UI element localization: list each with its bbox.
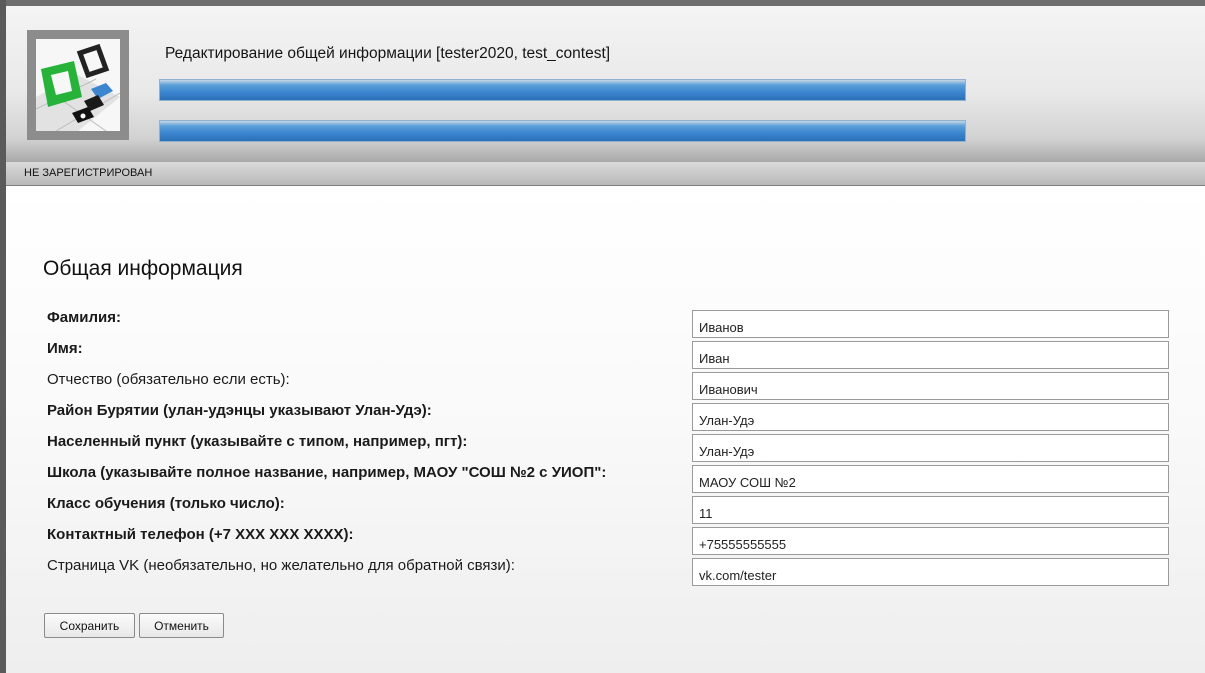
field-row-vk: Страница VK (необязательно, но желательн… [6,557,1205,587]
header-bar-bottom [159,120,966,142]
field-row-district: Район Бурятии (улан-удэнцы указывают Ула… [6,402,1205,432]
vk-input[interactable] [692,558,1169,586]
district-label: Район Бурятии (улан-удэнцы указывают Ула… [47,402,432,419]
vk-label: Страница VK (необязательно, но желательн… [47,557,515,574]
phone-label: Контактный телефон (+7 XXX XXX XXXX): [47,526,354,543]
status-strip: НЕ ЗАРЕГИСТРИРОВАН [6,162,1205,186]
name-input[interactable] [692,341,1169,369]
phone-input[interactable] [692,527,1169,555]
field-row-phone: Контактный телефон (+7 XXX XXX XXXX): [6,526,1205,556]
surname-input[interactable] [692,310,1169,338]
cancel-button[interactable]: Отменить [139,613,224,638]
field-row-surname: Фамилия: [6,309,1205,339]
grade-input[interactable] [692,496,1169,524]
school-label: Школа (указывайте полное название, напри… [47,464,607,481]
name-label: Имя: [47,340,83,357]
settlement-input[interactable] [692,434,1169,462]
site-logo[interactable] [27,30,129,140]
save-button[interactable]: Сохранить [44,613,135,638]
main-content: Общая информация Фамилия: Имя: Отчество … [6,186,1205,673]
field-row-name: Имя: [6,340,1205,370]
field-row-school: Школа (указывайте полное название, напри… [6,464,1205,494]
logo-cubes-icon [36,43,120,131]
patronymic-label: Отчество (обязательно если есть): [47,371,290,388]
field-row-grade: Класс обучения (только число): [6,495,1205,525]
surname-label: Фамилия: [47,309,121,326]
school-input[interactable] [692,465,1169,493]
logo-image [36,39,120,131]
field-row-settlement: Населенный пункт (указывайте с типом, на… [6,433,1205,463]
section-title: Общая информация [43,257,243,280]
field-row-patronymic: Отчество (обязательно если есть): [6,371,1205,401]
page-title: Редактирование общей информации [tester2… [165,45,611,62]
grade-label: Класс обучения (только число): [47,495,285,512]
district-input[interactable] [692,403,1169,431]
patronymic-input[interactable] [692,372,1169,400]
header-bar-top [159,79,966,101]
page-header: Редактирование общей информации [tester2… [6,6,1205,162]
registration-status: НЕ ЗАРЕГИСТРИРОВАН [24,167,153,179]
settlement-label: Населенный пункт (указывайте с типом, на… [47,433,468,450]
